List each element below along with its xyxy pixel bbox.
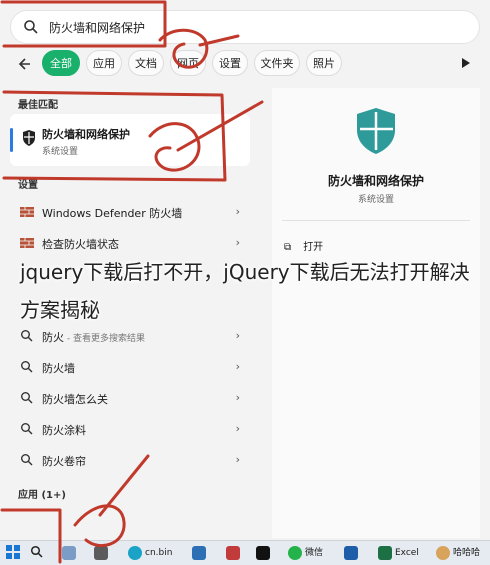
taskbar-app-cnbin[interactable]: cn.bin xyxy=(128,545,172,561)
web-item-term: 防火 xyxy=(42,331,64,344)
divider xyxy=(282,220,470,221)
detail-title: 防火墙和网络保护 xyxy=(327,174,424,188)
web-item-firewall[interactable]: 防火墙 › xyxy=(16,355,248,379)
start-button[interactable] xyxy=(6,545,20,561)
search-icon xyxy=(24,20,38,34)
web-item-fire-shutter[interactable]: 防火卷帘 › xyxy=(16,448,248,472)
taskbar-search-button[interactable] xyxy=(30,545,44,561)
capcut-icon xyxy=(256,545,270,560)
web-item-suffix: - 查看更多搜索结果 xyxy=(64,334,145,344)
search-icon xyxy=(21,330,33,342)
taskbar-app-generic[interactable] xyxy=(192,545,209,561)
tab-documents[interactable]: 文档 xyxy=(128,50,164,76)
taskbar-app-capcut[interactable] xyxy=(256,545,273,561)
app-icon xyxy=(226,545,240,560)
firewall-icon xyxy=(20,207,34,217)
open-label: 打开 xyxy=(303,242,324,253)
taskbar-app-label: 哈哈哈 xyxy=(453,548,481,558)
search-bar[interactable] xyxy=(10,10,480,44)
chevron-right-icon: › xyxy=(235,329,240,342)
web-item-fire-paint[interactable]: 防火涂料 › xyxy=(16,417,248,441)
apps-heading: 应用 (1+) xyxy=(18,490,66,501)
chevron-right-icon: › xyxy=(235,391,240,404)
open-action[interactable]: ⧉ 打开 xyxy=(284,238,323,253)
chevron-right-icon: › xyxy=(235,360,240,373)
tab-apps[interactable]: 应用 xyxy=(86,50,122,76)
tab-photos[interactable]: 照片 xyxy=(306,50,342,76)
search-icon xyxy=(21,454,33,466)
wechat-icon xyxy=(288,545,302,560)
app-icon xyxy=(94,545,108,560)
web-item-label: 防火卷帘 xyxy=(42,455,86,468)
filter-tabs: 全部 应用 文档 网页 设置 文件夹 照片 xyxy=(0,50,490,78)
taskbar-app-wechat[interactable]: 微信 xyxy=(288,545,323,561)
app-icon xyxy=(344,545,358,560)
taskbar-app-generic[interactable] xyxy=(344,545,361,561)
open-icon: ⧉ xyxy=(284,242,292,253)
tab-web[interactable]: 网页 xyxy=(170,50,206,76)
shield-icon xyxy=(23,130,35,146)
taskbar-app-label: 微信 xyxy=(305,548,324,558)
taskbar-app-generic[interactable] xyxy=(94,545,111,561)
app-icon xyxy=(436,545,450,560)
settings-item-label: Windows Defender 防火墙 xyxy=(42,207,183,220)
web-item-label: 防火墙 xyxy=(42,362,75,375)
chevron-right-icon: › xyxy=(235,205,240,218)
chevron-right-icon: › xyxy=(235,453,240,466)
best-match-heading: 最佳匹配 xyxy=(18,100,58,111)
search-icon xyxy=(21,392,33,404)
overlay-caption: jquery下载后打不开，jQuery下载后无法打开解决方案揭秘 xyxy=(20,260,470,322)
taskbar-app-label: Excel xyxy=(395,548,419,558)
taskbar-app-generic[interactable] xyxy=(226,545,243,561)
settings-item-check-firewall[interactable]: 检查防火墙状态 › xyxy=(16,231,248,255)
web-item-label: 防火涂料 xyxy=(42,424,86,437)
tab-all[interactable]: 全部 xyxy=(42,50,80,76)
app-icon xyxy=(192,545,206,560)
best-match-result[interactable]: 防火墙和网络保护 系统设置 xyxy=(10,114,250,166)
chevron-right-icon: › xyxy=(235,422,240,435)
settings-item-label: 检查防火墙状态 xyxy=(42,238,119,251)
tab-folders[interactable]: 文件夹 xyxy=(254,50,300,76)
search-input[interactable] xyxy=(47,19,451,35)
web-item-firewall-off[interactable]: 防火墙怎么关 › xyxy=(16,386,248,410)
search-icon xyxy=(30,545,43,558)
chevron-right-icon: › xyxy=(235,236,240,249)
search-icon xyxy=(21,361,33,373)
web-item-label: 防火 - 查看更多搜索结果 xyxy=(42,329,145,345)
taskbar-app-generic[interactable] xyxy=(62,545,79,561)
selection-accent xyxy=(10,128,13,152)
firewall-icon xyxy=(20,238,34,248)
app-icon xyxy=(62,545,76,560)
detail-subtitle: 系统设置 xyxy=(357,195,394,205)
best-match-title: 防火墙和网络保护 xyxy=(42,128,130,141)
tab-settings[interactable]: 设置 xyxy=(212,50,248,76)
taskbar-app-excel[interactable]: Excel xyxy=(378,545,419,561)
settings-item-defender-firewall[interactable]: Windows Defender 防火墙 › xyxy=(16,200,248,224)
settings-heading: 设置 xyxy=(18,180,38,191)
best-match-subtitle: 系统设置 xyxy=(42,147,79,157)
windows-icon xyxy=(6,545,20,559)
shield-icon xyxy=(357,108,395,154)
web-item-label: 防火墙怎么关 xyxy=(42,393,108,406)
taskbar-app-label: cn.bin xyxy=(145,548,173,558)
taskbar-app-hahaha[interactable]: 哈哈哈 xyxy=(436,545,480,561)
edge-icon xyxy=(128,545,142,560)
search-icon xyxy=(21,423,33,435)
excel-icon xyxy=(378,545,392,560)
more-tabs-arrow-icon[interactable] xyxy=(460,57,472,69)
taskbar: cn.bin 微信 Excel 哈哈哈 xyxy=(0,540,490,565)
